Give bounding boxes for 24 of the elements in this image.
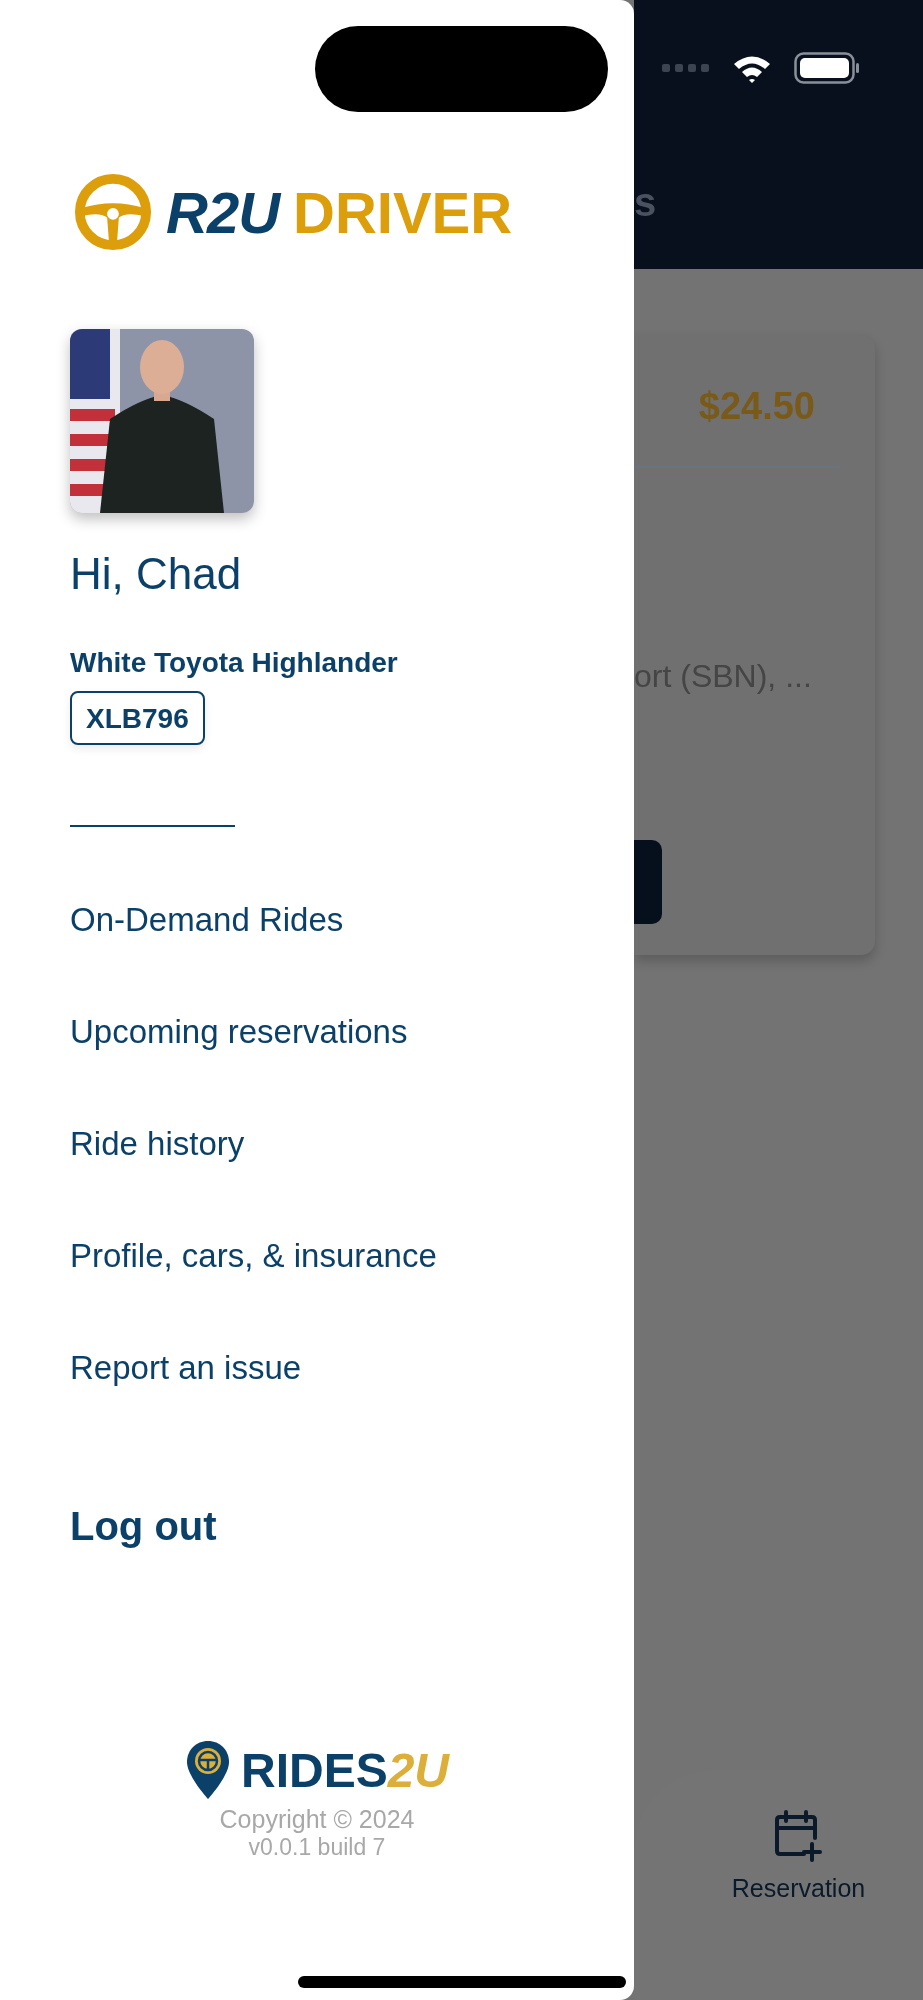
- car-name: White Toyota Highlander: [70, 647, 398, 679]
- greeting: Hi, Chad: [70, 549, 243, 599]
- location-pin-icon: [184, 1739, 231, 1801]
- menu-item[interactable]: Upcoming reservations: [70, 1011, 408, 1053]
- header-title: s: [634, 180, 657, 225]
- logo-brand: R2U: [166, 178, 280, 246]
- menu-item[interactable]: Profile, cars, & insurance: [70, 1235, 437, 1277]
- version-text: v0.0.1 build 7: [248, 1834, 386, 1861]
- menu-item[interactable]: Report an issue: [70, 1347, 302, 1389]
- battery-icon: [794, 52, 860, 84]
- logo-suffix: DRIVER: [293, 178, 513, 246]
- menu-item[interactable]: On-Demand Rides: [70, 899, 344, 941]
- steering-wheel-icon: [74, 173, 152, 251]
- signal-icon: [662, 63, 710, 73]
- logout-link[interactable]: Log out: [70, 1504, 217, 1549]
- license-plate: XLB796: [70, 691, 205, 745]
- tab-item[interactable]: Reservation: [731, 1810, 866, 2000]
- copyright-text: Copyright © 2024: [219, 1805, 415, 1834]
- ride-price: $24.50: [698, 385, 815, 428]
- footer-brand-accent: 2U: [387, 1742, 450, 1798]
- menu-item[interactable]: Ride history: [70, 1123, 245, 1165]
- footer-brand: RIDES: [240, 1742, 388, 1798]
- calendar-plus-icon: [773, 1810, 824, 1862]
- card-button[interactable]: [634, 840, 662, 924]
